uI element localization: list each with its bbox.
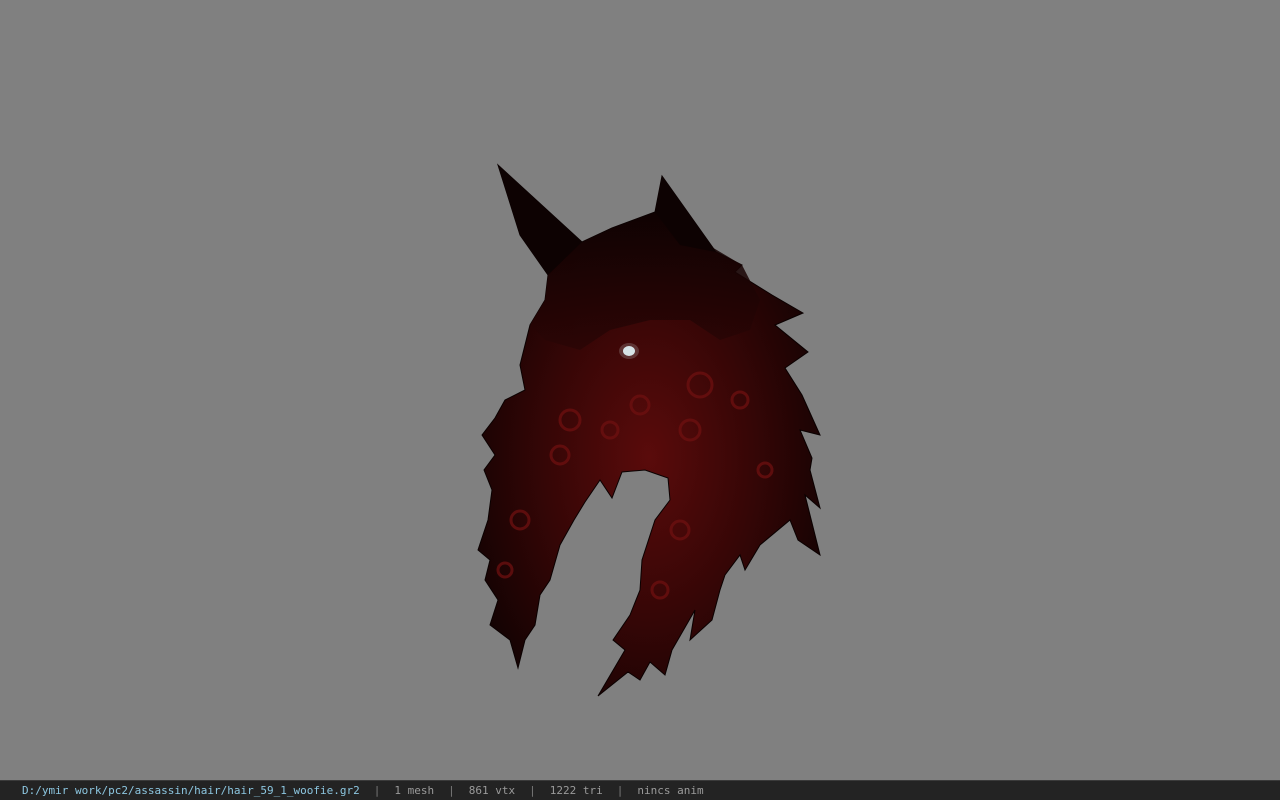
vertex-count: 861 vtx <box>468 784 516 797</box>
status-separator: | <box>448 784 455 797</box>
animation-status: nincs anim <box>637 784 704 797</box>
triangle-count: 1222 tri <box>549 784 603 797</box>
status-separator: | <box>529 784 536 797</box>
hair-mesh-model[interactable] <box>0 0 1280 780</box>
status-separator: | <box>373 784 381 797</box>
file-path: D:/ymir work/pc2/assassin/hair/hair_59_1… <box>22 784 360 797</box>
mesh-count: 1 mesh <box>394 784 435 797</box>
3d-viewport[interactable] <box>0 0 1280 780</box>
status-bar: D:/ymir work/pc2/assassin/hair/hair_59_1… <box>0 780 1280 800</box>
status-separator: | <box>616 784 624 797</box>
